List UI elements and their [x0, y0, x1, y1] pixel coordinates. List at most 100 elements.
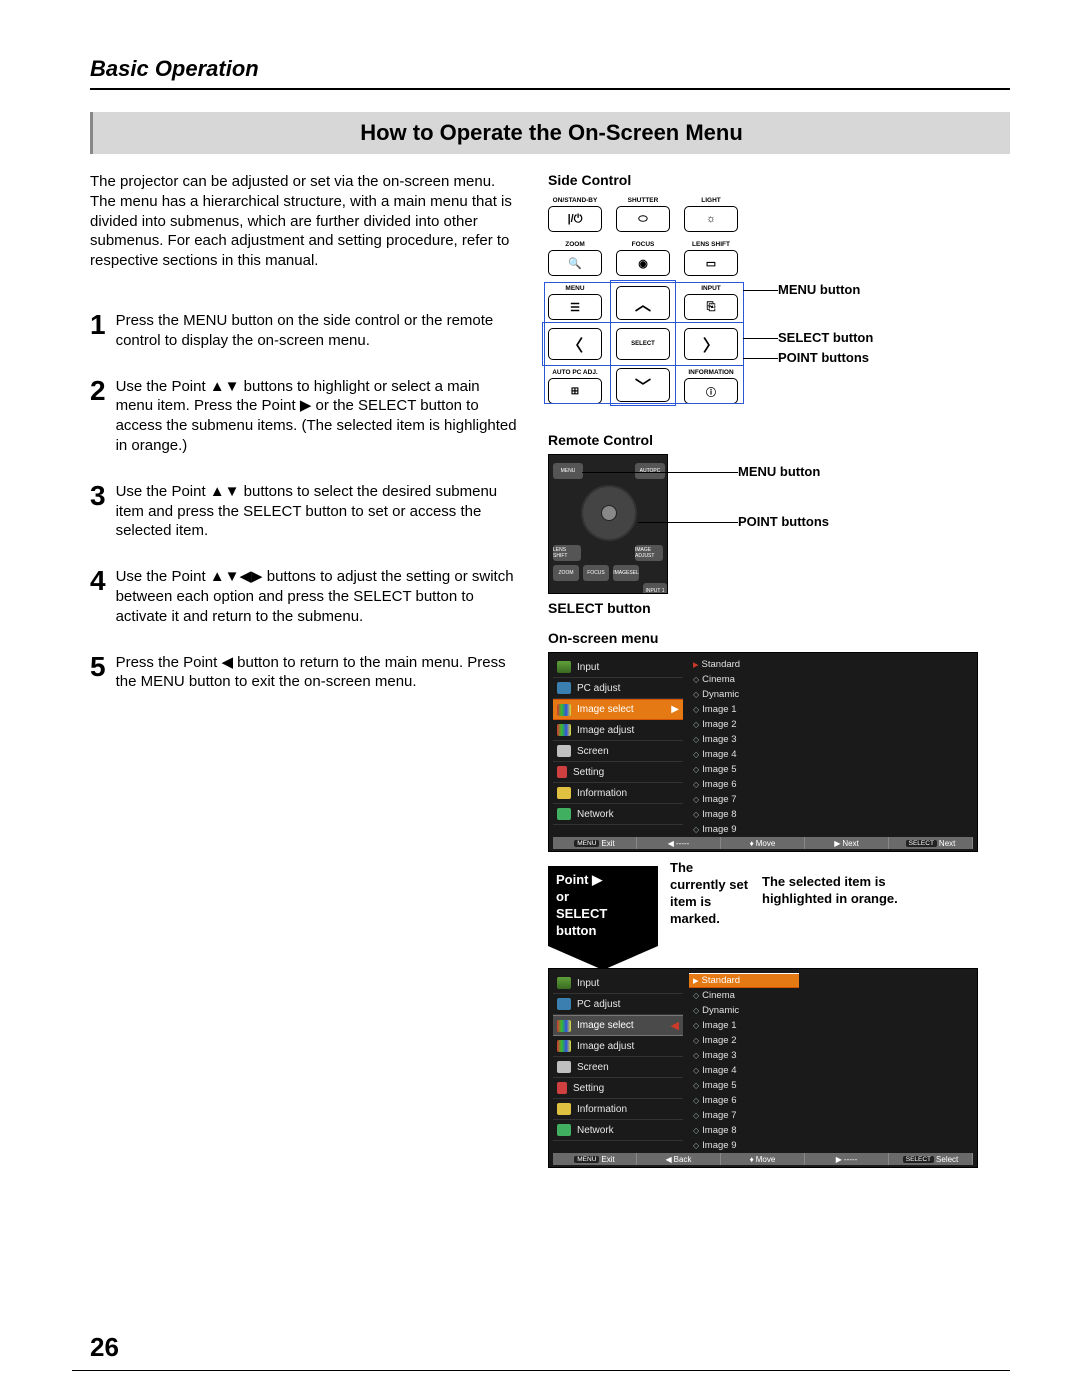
osd-sub-item: ◇Cinema: [689, 988, 799, 1003]
osd-main-item: Information: [553, 1099, 683, 1120]
osd-main-item: Setting: [553, 1078, 683, 1099]
setting-icon: [557, 1082, 567, 1094]
osd-sub-item: ◇Image 3: [689, 1048, 799, 1063]
osd-sub-item: ◇Image 1: [689, 1018, 799, 1033]
osd-sub-item: ◇Image 2: [689, 1033, 799, 1048]
osd-sub-item: ◇Cinema: [689, 672, 799, 687]
osd-sub-item: ◇Image 9: [689, 822, 799, 837]
osd-sub-item: ◇Dynamic: [689, 1003, 799, 1018]
osd-sub-item: ◇Image 2: [689, 717, 799, 732]
callout-select: SELECT button: [778, 330, 873, 345]
osd-main-item: Network: [553, 1120, 683, 1141]
osd-sub-item: ◇Image 8: [689, 1123, 799, 1138]
point-select-arrow: Point ▶ or SELECT button: [548, 866, 658, 946]
page-number: 26: [90, 1332, 119, 1363]
image-select-icon: [557, 1020, 571, 1032]
osd-main-item: PC adjust: [553, 994, 683, 1015]
network-icon: [557, 1124, 571, 1136]
callout-menu: MENU button: [778, 282, 860, 297]
step-2: 2 Use the Point ▲▼ buttons to highlight …: [90, 377, 520, 456]
osd-sub-item: ◇Image 5: [689, 762, 799, 777]
step-5: 5 Press the Point ◀ button to return to …: [90, 653, 520, 693]
step-text: Use the Point ▲▼ buttons to highlight or…: [116, 377, 520, 456]
image-adjust-icon: [557, 724, 571, 736]
rc-select-button: [601, 505, 617, 521]
osd-sub-item: ◇Image 8: [689, 807, 799, 822]
osd-main-item: Setting: [553, 762, 683, 783]
remote-control-title: Remote Control: [548, 432, 1010, 448]
osd-sub-item: ◇Image 6: [689, 777, 799, 792]
osd-sub-item: ◇Dynamic: [689, 687, 799, 702]
osd-title: On-screen menu: [548, 630, 1010, 646]
osd-main-item: PC adjust: [553, 678, 683, 699]
step-text: Press the Point ◀ button to return to th…: [116, 653, 520, 693]
step-text: Use the Point ▲▼◀▶ buttons to adjust the…: [116, 567, 520, 626]
rc-callout-select: SELECT button: [548, 600, 1010, 616]
section-title: Basic Operation: [90, 56, 1010, 90]
osd-sub-item: ◇Image 7: [689, 792, 799, 807]
focus-button: FOCUS◉: [616, 250, 670, 276]
rc-imagesel-button: IMAGESEL: [613, 565, 639, 581]
footer-rule: [72, 1370, 1010, 1371]
osd-main-item: Information: [553, 783, 683, 804]
screen-icon: [557, 1061, 571, 1073]
remote-control-diagram: MENU AUTOPC LENS SHIFT IMAGE ADJUST ZOOM…: [548, 454, 668, 594]
network-icon: [557, 808, 571, 820]
side-control-title: Side Control: [548, 172, 1010, 188]
step-text: Use the Point ▲▼ buttons to select the d…: [116, 482, 520, 541]
zoom-button: ZOOM🔍: [548, 250, 602, 276]
info-icon: [557, 787, 571, 799]
lens-shift-button: LENS SHIFT▭: [684, 250, 738, 276]
rc-callout-point: POINT buttons: [738, 514, 829, 529]
rc-lens-button: LENS SHIFT: [553, 545, 581, 561]
osd-main-item: Network: [553, 804, 683, 825]
annotation-currently: The currently set item is marked.: [670, 860, 750, 928]
osd-sub-item-selected: ▸Standard: [689, 973, 799, 988]
screen-icon: [557, 745, 571, 757]
step-number: 4: [90, 567, 106, 626]
osd-main-item: Image adjust: [553, 720, 683, 741]
step-number: 2: [90, 377, 106, 456]
rc-image-button: IMAGE ADJUST: [635, 545, 663, 561]
step-number: 3: [90, 482, 106, 541]
osd-sub-item: ◇Image 4: [689, 1063, 799, 1078]
step-number: 5: [90, 653, 106, 693]
on-standby-button: ON/STAND-BY|/⏻: [548, 206, 602, 232]
step-1: 1 Press the MENU button on the side cont…: [90, 311, 520, 351]
intro-paragraph: The projector can be adjusted or set via…: [90, 172, 520, 271]
side-control-diagram: ON/STAND-BY|/⏻ SHUTTER⬭ LIGHT☼ ZOOM🔍 FOC…: [548, 194, 758, 406]
osd-sub-item: ◇Image 7: [689, 1108, 799, 1123]
osd-main-item: Image adjust: [553, 1036, 683, 1057]
image-adjust-icon: [557, 1040, 571, 1052]
marker-icon: ▸: [693, 658, 699, 671]
step-text: Press the MENU button on the side contro…: [116, 311, 520, 351]
light-button: LIGHT☼: [684, 206, 738, 232]
osd-nav-bar: MENUExit ◀ Back ♦ Move ▶ ----- SELECTSel…: [553, 1153, 973, 1165]
annotation-highlighted: The selected item is highlighted in oran…: [762, 860, 932, 908]
osd-sub-item: ▸Standard: [689, 657, 799, 672]
osd-sub-item: ◇Image 1: [689, 702, 799, 717]
osd-screenshot-submenu: Input PC adjust Image select◀ Image adju…: [548, 968, 978, 1168]
step-3: 3 Use the Point ▲▼ buttons to select the…: [90, 482, 520, 541]
osd-main-item: Input: [553, 973, 683, 994]
step-number: 1: [90, 311, 106, 351]
image-select-icon: [557, 704, 571, 716]
rc-autopc-button: AUTOPC: [635, 463, 665, 479]
input-icon: [557, 977, 571, 989]
osd-sub-item: ◇Image 6: [689, 1093, 799, 1108]
info-icon: [557, 1103, 571, 1115]
rc-input1-button: INPUT 1: [643, 583, 667, 594]
osd-main-item: Input: [553, 657, 683, 678]
rc-callout-menu: MENU button: [738, 464, 820, 479]
setting-icon: [557, 766, 567, 778]
osd-sub-item: ◇Image 4: [689, 747, 799, 762]
osd-sub-item: ◇Image 3: [689, 732, 799, 747]
callout-point: POINT buttons: [778, 350, 869, 365]
osd-sub-item: ◇Image 9: [689, 1138, 799, 1153]
step-4: 4 Use the Point ▲▼◀▶ buttons to adjust t…: [90, 567, 520, 626]
rc-focus-button: FOCUS: [583, 565, 609, 581]
input-icon: [557, 661, 571, 673]
pc-icon: [557, 682, 571, 694]
osd-main-item-selected: Image select▶: [553, 699, 683, 720]
osd-sub-item: ◇Image 5: [689, 1078, 799, 1093]
